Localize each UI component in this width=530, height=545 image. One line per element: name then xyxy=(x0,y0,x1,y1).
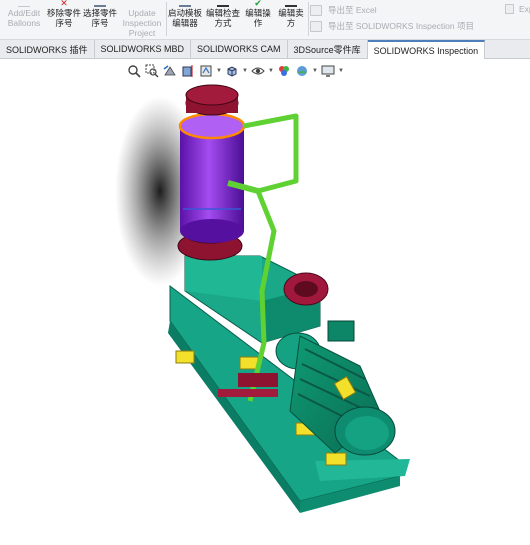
vendor-icon xyxy=(285,0,297,7)
dropdown-caret-icon[interactable]: ▼ xyxy=(215,63,223,79)
remove-part-number-button[interactable]: ✕ 移除零件序号 xyxy=(47,0,81,38)
edit-operation-label: 编辑操作 xyxy=(245,8,271,28)
command-manager-tabs: SOLIDWORKS 插件 SOLIDWORKS MBD SOLIDWORKS … xyxy=(0,40,530,59)
display-style-icon[interactable] xyxy=(249,63,267,79)
operation-check-icon: ✔ xyxy=(254,0,262,8)
section-view-icon[interactable] xyxy=(179,63,197,79)
dropdown-caret-icon[interactable]: ▼ xyxy=(337,63,345,79)
update-inspection-project-label: Update Inspection Project xyxy=(122,8,162,38)
tab-solidworks-cam[interactable]: SOLIDWORKS CAM xyxy=(191,40,288,58)
inspection-project-icon xyxy=(310,20,322,32)
dropdown-caret-icon[interactable]: ▼ xyxy=(241,63,249,79)
select-number-icon xyxy=(94,0,106,7)
vertical-tank xyxy=(178,84,246,243)
tab-3dsource[interactable]: 3DSource零件库 xyxy=(288,40,368,58)
tab-solidworks-inspection[interactable]: SOLIDWORKS Inspection xyxy=(367,40,486,59)
remove-x-icon: ✕ xyxy=(60,0,68,8)
export-excel-label: 导出至 Excel xyxy=(328,5,377,15)
ribbon-separator xyxy=(308,2,309,36)
export-group: 导出至 Excel 导出至 SOLIDWORKS Inspection 项目 xyxy=(310,2,500,34)
launch-template-editor-button[interactable]: 启动模板编辑器 xyxy=(168,0,202,38)
edit-appearance-icon[interactable] xyxy=(275,63,293,79)
edit-inspection-method-button[interactable]: 编辑检查方式 xyxy=(205,0,241,38)
ribbon-separator xyxy=(166,2,167,36)
dynamic-annotation-icon[interactable] xyxy=(197,63,215,79)
excel-icon xyxy=(310,4,322,16)
tab-solidworks-addins[interactable]: SOLIDWORKS 插件 xyxy=(0,40,95,58)
graphics-viewport[interactable] xyxy=(0,81,530,545)
export-label: Expo xyxy=(519,4,530,14)
export-button[interactable]: Expo xyxy=(505,4,530,14)
dropdown-caret-icon[interactable]: ▼ xyxy=(267,63,275,79)
export-icon xyxy=(505,4,514,14)
launch-template-editor-label: 启动模板编辑器 xyxy=(168,8,203,28)
tab-solidworks-mbd[interactable]: SOLIDWORKS MBD xyxy=(95,40,192,58)
view-orientation-icon[interactable] xyxy=(223,63,241,79)
add-edit-balloons-label: Add/Edit Balloons xyxy=(7,8,41,28)
export-inspection-project-label: 导出至 SOLIDWORKS Inspection 项目 xyxy=(328,21,474,31)
zoom-to-fit-icon[interactable] xyxy=(125,63,143,79)
heads-up-view-toolbar: ▼ ▼ ▼ ▼ ▼ xyxy=(125,62,345,80)
remove-part-number-label: 移除零件序号 xyxy=(47,8,82,28)
balloon-icon xyxy=(18,0,30,7)
select-part-number-button[interactable]: 选择零件序号 xyxy=(83,0,117,38)
add-edit-balloons-button[interactable]: Add/Edit Balloons xyxy=(4,0,44,38)
previous-view-icon[interactable] xyxy=(161,63,179,79)
template-icon xyxy=(179,0,191,7)
command-manager-ribbon: Add/Edit Balloons ✕ 移除零件序号 选择零件序号 Update… xyxy=(0,0,530,40)
outlet-flange xyxy=(283,272,329,306)
zoom-to-area-icon[interactable] xyxy=(143,63,161,79)
edit-inspection-method-label: 编辑检查方式 xyxy=(205,8,240,28)
view-settings-icon[interactable] xyxy=(319,63,337,79)
inspection-method-icon xyxy=(217,0,229,7)
edit-vendor-button[interactable]: 编辑卖方 xyxy=(276,0,306,38)
edit-operation-button[interactable]: ✔ 编辑操作 xyxy=(243,0,273,38)
dropdown-caret-icon[interactable]: ▼ xyxy=(311,63,319,79)
apply-scene-icon[interactable] xyxy=(293,63,311,79)
edit-vendor-label: 编辑卖方 xyxy=(278,8,304,28)
update-inspection-project-button[interactable]: Update Inspection Project xyxy=(119,0,165,38)
export-inspection-project-button[interactable]: 导出至 SOLIDWORKS Inspection 项目 xyxy=(310,18,500,34)
export-excel-button[interactable]: 导出至 Excel xyxy=(310,2,500,18)
select-part-number-label: 选择零件序号 xyxy=(83,8,118,28)
pump-assembly-model xyxy=(115,84,410,513)
update-icon xyxy=(136,0,148,7)
